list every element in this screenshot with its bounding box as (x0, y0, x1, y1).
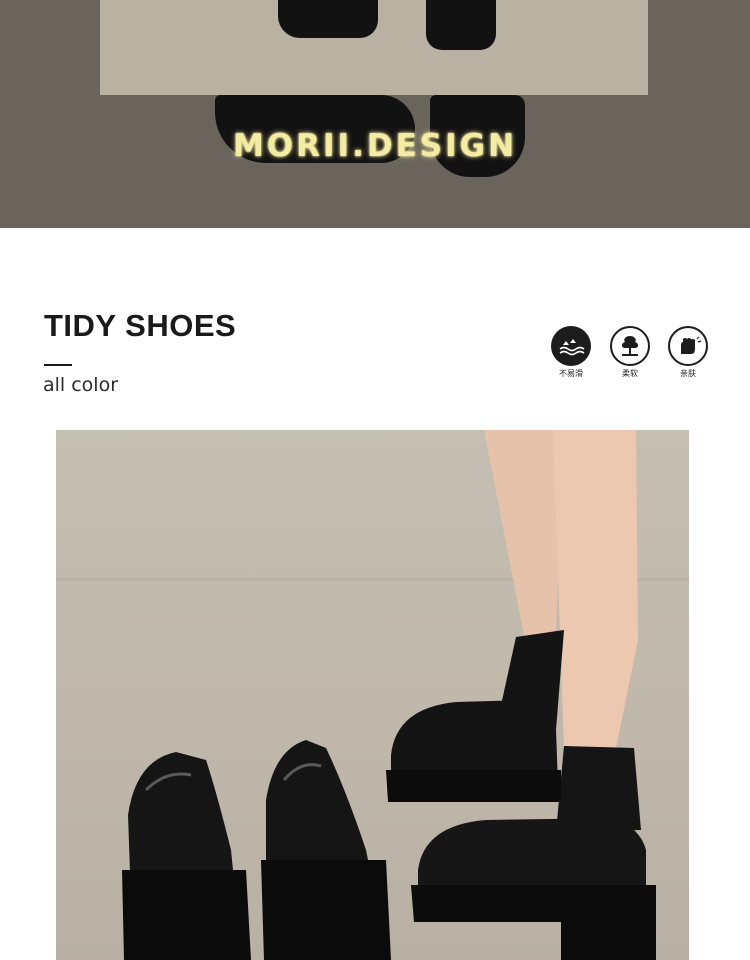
banner-title: MORII.DESIGN (232, 128, 518, 164)
loafer-worn-back-sole (386, 770, 561, 802)
banner-inset-photo (100, 0, 648, 95)
loafer-patent-left-sole (122, 870, 251, 960)
loafer-patent-right-sole (261, 860, 391, 960)
leg-back (484, 430, 564, 645)
feature-anti-slip: 不易滑 (547, 326, 595, 379)
leg-front (553, 430, 638, 748)
section-title: TIDY SHOES (44, 308, 237, 343)
product-photo (56, 430, 689, 960)
feature-icons: 不易滑 柔软 亲肤 (550, 326, 710, 386)
loafer-worn-front-heel (561, 922, 656, 960)
section-subtitle: all color (43, 374, 119, 396)
product-photo-illustration (56, 430, 689, 960)
shoe-sole-right (426, 0, 496, 50)
skin-friendly-icon (668, 326, 708, 366)
top-banner: MORII.DESIGN (0, 0, 750, 228)
feature-skin-friendly: 亲肤 (664, 326, 712, 379)
soft-tree-icon (610, 326, 650, 366)
loafer-worn-front-upper (418, 818, 646, 892)
shoe-sole-left (278, 0, 378, 38)
feature-label-anti-slip: 不易滑 (559, 369, 583, 378)
title-divider (44, 364, 72, 366)
loafer-worn-front-sole (411, 885, 656, 922)
anti-slip-icon (551, 326, 591, 366)
feature-soft: 柔软 (606, 326, 654, 379)
feature-label-skin-friendly: 亲肤 (680, 369, 696, 378)
feature-label-soft: 柔软 (622, 369, 638, 378)
